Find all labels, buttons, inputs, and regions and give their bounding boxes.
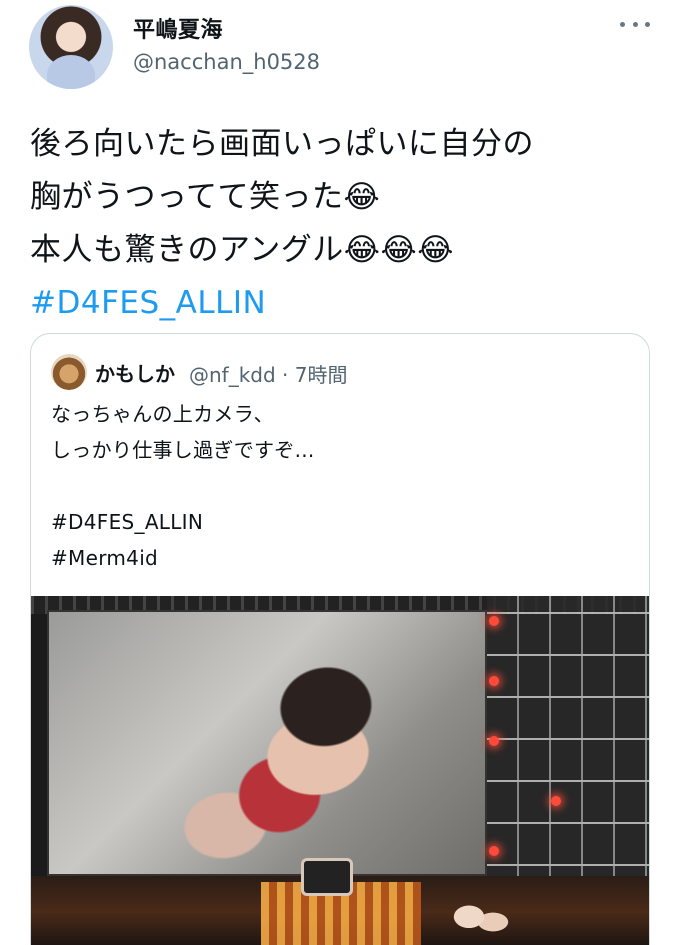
stage-performers <box>451 896 511 945</box>
tweet-header: 平嶋夏海 @nacchan_h0528 <box>0 0 680 100</box>
quoted-photo[interactable] <box>31 596 649 945</box>
author-name[interactable]: 平嶋夏海 <box>133 12 223 44</box>
hashtag-link[interactable]: #D4FES_ALLIN <box>30 277 660 330</box>
tweet-line: 本人も驚きのアングル😂😂😂 <box>30 232 454 268</box>
quoted-line: しっかり仕事し過ぎですぞ... <box>51 438 315 462</box>
quoted-text: なっちゃんの上カメラ、 しっかり仕事し過ぎですぞ... #D4FES_ALLIN… <box>51 396 631 576</box>
quoted-tweet[interactable]: かもしか @nf_kdd · 7時間 なっちゃんの上カメラ、 しっかり仕事し過ぎ… <box>30 333 650 945</box>
stage-light <box>551 796 561 806</box>
stage-light <box>489 676 499 686</box>
quoted-avatar <box>51 354 87 390</box>
stage-light <box>489 616 499 626</box>
quoted-author-name: かもしか <box>95 362 175 386</box>
led-screen <box>47 610 487 880</box>
quoted-hashtag: #D4FES_ALLIN <box>51 510 204 534</box>
quoted-line <box>51 468 631 504</box>
tweet-text: 後ろ向いたら画面いっぱいに自分の 胸がうつってて笑った😂 本人も驚きのアングル😂… <box>30 118 660 330</box>
tweet-line: 後ろ向いたら画面いっぱいに自分の <box>30 126 534 162</box>
avatar[interactable] <box>29 5 113 89</box>
quoted-hashtag: #Merm4id <box>51 546 159 570</box>
tweet-line: 胸がうつってて笑った😂 <box>30 179 381 215</box>
author-handle[interactable]: @nacchan_h0528 <box>133 50 320 74</box>
quoted-author-handle: @nf_kdd · 7時間 <box>189 363 348 387</box>
screen-performer <box>142 610 462 880</box>
phone-in-hand <box>301 858 353 896</box>
quoted-line: なっちゃんの上カメラ、 <box>51 402 274 426</box>
stage-light <box>489 846 499 856</box>
more-horizontal-icon[interactable] <box>620 14 650 34</box>
stage-light <box>489 736 499 746</box>
